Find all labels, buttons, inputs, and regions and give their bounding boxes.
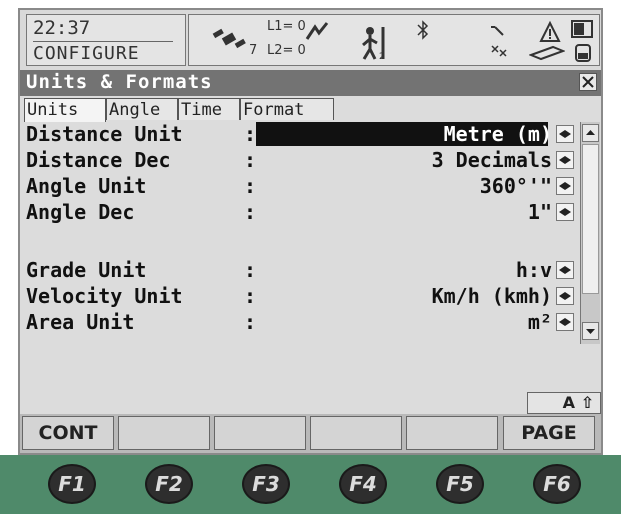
current-mode: CONFIGURE — [33, 43, 140, 64]
field-list: Distance Unit : Metre (m) Distance Dec :… — [20, 122, 580, 392]
time-mode-box: 22:37 CONFIGURE — [26, 14, 186, 66]
bluetooth-icon — [417, 20, 429, 40]
tab-units[interactable]: Units — [24, 98, 106, 122]
field-value: 1" — [527, 200, 552, 224]
device-screen: 22:37 CONFIGURE L1= 0 L2= 0 7 2 Units & … — [18, 8, 603, 455]
storage-icon — [575, 44, 591, 62]
softkey-bar: CONT PAGE — [20, 414, 601, 453]
shift-indicator: A ⇧ — [527, 392, 601, 414]
field-label: Angle Dec — [26, 200, 135, 224]
rover-pole-icon: 2 — [362, 27, 385, 61]
arrow-down-icon — [586, 329, 595, 334]
field-value: 360°'" — [479, 174, 552, 198]
softkey-4[interactable] — [310, 416, 402, 450]
arrow-up-icon — [586, 130, 595, 135]
field-distance-unit[interactable]: Distance Unit : Metre (m) — [20, 122, 580, 146]
scroll-down-button[interactable] — [582, 322, 599, 340]
softkey-cont[interactable]: CONT — [22, 416, 114, 450]
window-title: Units & Formats — [26, 71, 213, 93]
field-distance-dec[interactable]: Distance Dec : 3 Decimals — [20, 148, 580, 172]
tab-angle[interactable]: Angle — [106, 98, 178, 120]
status-icons: L1= 0 L2= 0 7 2 — [188, 14, 600, 66]
field-colon: : — [244, 200, 257, 224]
field-value: m² — [527, 310, 552, 334]
field-label: Area Unit — [26, 310, 135, 334]
softkey-3[interactable] — [214, 416, 306, 450]
tab-bar: Units Angle Time Format — [20, 96, 601, 122]
divider — [33, 41, 173, 42]
scrollbar[interactable] — [580, 122, 600, 344]
field-angle-unit[interactable]: Angle Unit : 360°'" — [20, 174, 580, 198]
memory-icon — [491, 45, 507, 57]
left-right-arrows-icon[interactable] — [556, 125, 574, 143]
field-colon: : — [244, 258, 257, 282]
close-icon — [582, 76, 594, 88]
clock-time: 22:37 — [33, 17, 91, 39]
field-colon: : — [244, 122, 257, 146]
softkey-2[interactable] — [118, 416, 210, 450]
field-colon: : — [244, 174, 257, 198]
field-colon: : — [244, 148, 257, 172]
field-angle-dec[interactable]: Angle Dec : 1" — [20, 200, 580, 224]
card-icon — [529, 45, 565, 61]
field-label: Angle Unit — [26, 174, 147, 198]
left-right-arrows-icon[interactable] — [556, 313, 574, 331]
left-right-arrows-icon[interactable] — [556, 287, 574, 305]
svg-text:2: 2 — [379, 52, 385, 61]
f6-key[interactable]: F6 — [533, 464, 581, 504]
l2-satellite-count: L2= 0 — [267, 43, 306, 58]
left-right-arrows-icon[interactable] — [556, 151, 574, 169]
satellites-visible-count: 7 — [249, 43, 258, 58]
l1-satellite-count: L1= 0 — [267, 19, 306, 34]
field-value: h:v — [515, 258, 552, 282]
field-colon: : — [244, 310, 257, 334]
scroll-thumb[interactable] — [582, 144, 599, 294]
link-icon — [491, 26, 504, 36]
scroll-up-button[interactable] — [582, 124, 599, 142]
tab-format[interactable]: Format — [240, 98, 334, 120]
field-value: Metre (m) — [443, 122, 552, 146]
field-label: Grade Unit — [26, 258, 147, 282]
window-title-bar: Units & Formats — [20, 70, 601, 96]
softkey-page[interactable]: PAGE — [503, 416, 595, 450]
field-velocity-unit[interactable]: Velocity Unit : Km/h (kmh) — [20, 284, 580, 308]
battery-icon — [571, 20, 593, 38]
f2-key[interactable]: F2 — [145, 464, 193, 504]
f4-key[interactable]: F4 — [339, 464, 387, 504]
close-button[interactable] — [579, 73, 597, 91]
warning-icon — [539, 20, 561, 42]
tab-time[interactable]: Time — [178, 98, 240, 120]
softkey-5[interactable] — [406, 416, 498, 450]
left-right-arrows-icon[interactable] — [556, 203, 574, 221]
field-grade-unit[interactable]: Grade Unit : h:v — [20, 258, 580, 282]
field-label: Distance Unit — [26, 122, 183, 146]
f1-key[interactable]: F1 — [48, 464, 96, 504]
shift-indicator-text: A ⇧ — [562, 393, 594, 412]
status-bar: 22:37 CONFIGURE L1= 0 L2= 0 7 2 — [20, 10, 601, 70]
left-right-arrows-icon[interactable] — [556, 177, 574, 195]
field-area-unit[interactable]: Area Unit : m² — [20, 310, 580, 334]
f5-key[interactable]: F5 — [436, 464, 484, 504]
signal-icon — [305, 22, 329, 40]
field-label: Velocity Unit — [26, 284, 183, 308]
left-right-arrows-icon[interactable] — [556, 261, 574, 279]
field-value: 3 Decimals — [431, 148, 552, 172]
field-colon: : — [244, 284, 257, 308]
f3-key[interactable]: F3 — [242, 464, 290, 504]
field-value: Km/h (kmh) — [431, 284, 552, 308]
field-label: Distance Dec — [26, 148, 171, 172]
function-key-bar: F1 F2 F3 F4 F5 F6 — [0, 455, 621, 514]
